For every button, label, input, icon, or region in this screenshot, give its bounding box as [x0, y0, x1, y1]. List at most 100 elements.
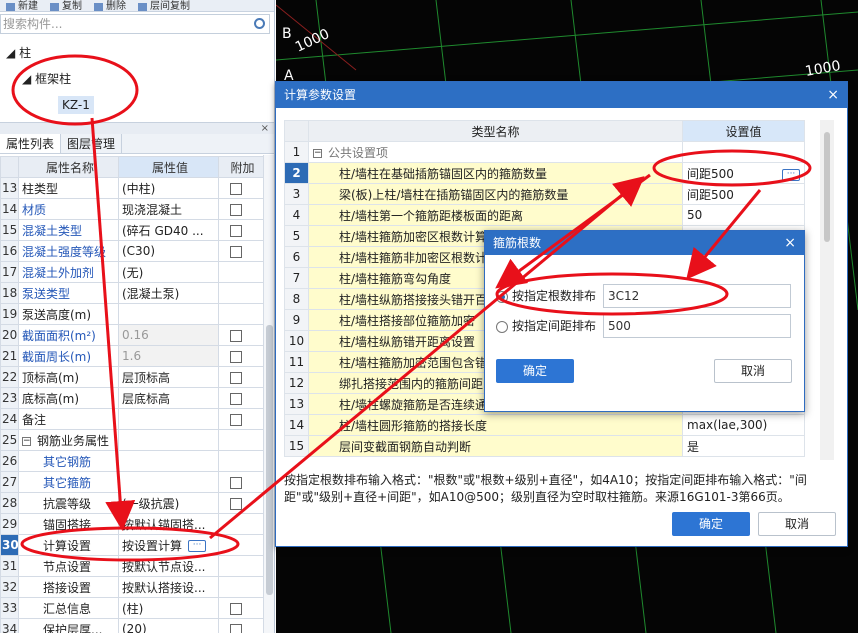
property-row[interactable]: 29 锚固搭接 按默认锚固搭... — [0, 513, 264, 535]
new-button[interactable]: 新建 — [6, 0, 38, 11]
settings-row[interactable]: 14 柱/墙柱圆形箍筋的搭接长度 max(lae,300) — [284, 414, 805, 436]
property-value[interactable]: 层顶标高 — [118, 366, 219, 388]
property-value[interactable]: (一级抗震) — [118, 492, 219, 514]
dialog-titlebar[interactable]: 计算参数设置 × — [276, 82, 847, 108]
property-row[interactable]: 15 混凝土类型 (碎石 GD40 ... — [0, 219, 264, 241]
property-value[interactable] — [118, 450, 219, 472]
settings-row[interactable]: 15 层间变截面钢筋自动判断 是 — [284, 435, 805, 457]
property-row[interactable]: 30 计算设置 按设置计算 ··· — [0, 534, 264, 556]
property-value[interactable]: 按默认搭接设... — [118, 576, 219, 598]
collapse-triangle-icon[interactable]: ◢ — [6, 46, 15, 60]
attach-checkbox[interactable] — [230, 224, 242, 237]
property-row[interactable]: 23 底标高(m) 层底标高 — [0, 387, 264, 409]
setting-value[interactable]: 间距500 — [682, 183, 805, 205]
property-row[interactable]: 17 混凝土外加剂 (无) — [0, 261, 264, 283]
setting-value[interactable]: 间距500 ··· — [682, 162, 805, 184]
attach-checkbox[interactable] — [230, 476, 242, 489]
close-icon[interactable]: × — [827, 82, 839, 108]
spacing-input[interactable] — [603, 314, 791, 338]
property-row[interactable]: 33 汇总信息 (柱) — [0, 597, 264, 619]
property-scrollbar[interactable] — [263, 155, 274, 633]
subdialog-titlebar[interactable]: 箍筋根数 × — [485, 231, 804, 255]
property-value[interactable]: 按默认节点设... — [118, 555, 219, 577]
property-value[interactable] — [118, 408, 219, 430]
settings-row[interactable]: 3 梁(板)上柱/墙柱在插筋锚固区内的箍筋数量 间距500 — [284, 183, 805, 205]
property-row[interactable]: 24 备注 — [0, 408, 264, 430]
attach-checkbox[interactable] — [230, 350, 242, 363]
cancel-button[interactable]: 取消 — [758, 512, 836, 536]
property-value[interactable]: (中柱) — [118, 177, 219, 199]
attach-checkbox[interactable] — [230, 245, 242, 258]
property-value[interactable]: (C30) — [118, 240, 219, 262]
radio-icon[interactable] — [496, 320, 508, 333]
settings-row[interactable]: 4 柱/墙柱第一个箍筋距楼板面的距离 50 — [284, 204, 805, 226]
property-row[interactable]: 25− 钢筋业务属性 — [0, 429, 264, 451]
property-value[interactable]: 1.6 — [118, 345, 219, 367]
tree-root-column[interactable]: ◢ 柱 — [0, 40, 270, 66]
property-value[interactable]: (混凝土泵) — [118, 282, 219, 304]
property-row[interactable]: 28 抗震等级 (一级抗震) — [0, 492, 264, 514]
ok-button[interactable]: 确定 — [672, 512, 750, 536]
ellipsis-button[interactable]: ··· — [188, 540, 207, 552]
settings-row[interactable]: 1− 公共设置项 — [284, 141, 805, 163]
property-row[interactable]: 20 截面面积(m²) 0.16 — [0, 324, 264, 346]
count-input[interactable] — [603, 284, 791, 308]
property-row[interactable]: 26 其它钢筋 — [0, 450, 264, 472]
option-by-count[interactable]: 按指定根数排布 — [496, 284, 596, 308]
close-icon[interactable]: × — [784, 231, 796, 255]
property-row[interactable]: 32 搭接设置 按默认搭接设... — [0, 576, 264, 598]
property-value[interactable]: (碎石 GD40 ... — [118, 219, 219, 241]
property-row[interactable]: 22 顶标高(m) 层顶标高 — [0, 366, 264, 388]
attach-checkbox[interactable] — [230, 203, 242, 216]
option-by-spacing[interactable]: 按指定间距排布 — [496, 314, 596, 338]
attach-checkbox[interactable] — [230, 182, 242, 195]
collapse-icon[interactable]: − — [22, 436, 31, 446]
subdialog-cancel-button[interactable]: 取消 — [714, 359, 792, 383]
property-value[interactable]: (柱) — [118, 597, 219, 619]
tab-layers[interactable]: 图层管理 — [61, 134, 123, 153]
property-row[interactable]: 18 泵送类型 (混凝土泵) — [0, 282, 264, 304]
copy-button[interactable]: 复制 — [50, 0, 82, 11]
property-row[interactable]: 27 其它箍筋 — [0, 471, 264, 493]
attach-checkbox[interactable] — [230, 329, 242, 342]
property-value[interactable]: 按默认锚固搭... — [118, 513, 219, 535]
settings-scrollbar[interactable] — [820, 120, 834, 460]
radio-selected-icon[interactable] — [496, 290, 508, 303]
property-value[interactable]: 0.16 — [118, 324, 219, 346]
property-row[interactable]: 21 截面周长(m) 1.6 — [0, 345, 264, 367]
collapse-triangle-icon[interactable]: ◢ — [22, 72, 31, 86]
property-row[interactable]: 14 材质 现浇混凝土 — [0, 198, 264, 220]
property-value[interactable] — [118, 471, 219, 493]
setting-value[interactable] — [682, 141, 805, 163]
search-input[interactable]: 搜索构件... — [0, 14, 270, 34]
scroll-thumb[interactable] — [824, 132, 830, 242]
attach-checkbox[interactable] — [230, 602, 242, 615]
attach-checkbox[interactable] — [230, 371, 242, 384]
collapse-icon[interactable]: − — [313, 148, 322, 158]
setting-value[interactable]: 50 — [682, 204, 805, 226]
search-icon[interactable] — [254, 18, 265, 29]
tree-item-kz1[interactable]: KZ-1 — [0, 92, 270, 118]
property-value[interactable]: 现浇混凝土 — [118, 198, 219, 220]
tab-properties[interactable]: 属性列表 — [0, 134, 62, 153]
setting-value[interactable]: 是 — [682, 435, 805, 457]
scroll-thumb[interactable] — [266, 325, 273, 595]
attach-checkbox[interactable] — [230, 497, 242, 510]
property-row[interactable]: 31 节点设置 按默认节点设... — [0, 555, 264, 577]
settings-row[interactable]: 2 柱/墙柱在基础插筋锚固区内的箍筋数量 间距500 ··· — [284, 162, 805, 184]
attach-checkbox[interactable] — [230, 623, 242, 633]
tree-group-frame-column[interactable]: ◢ 框架柱 — [0, 66, 270, 92]
subdialog-ok-button[interactable]: 确定 — [496, 359, 574, 383]
property-row[interactable]: 13 柱类型 (中柱) — [0, 177, 264, 199]
delete-button[interactable]: 删除 — [94, 0, 126, 11]
attach-checkbox[interactable] — [230, 392, 242, 405]
property-row[interactable]: 34 保护层厚... (20) — [0, 618, 264, 633]
property-value[interactable]: (无) — [118, 261, 219, 283]
floor-copy-button[interactable]: 层间复制 — [138, 0, 190, 11]
attach-checkbox[interactable] — [230, 413, 242, 426]
property-row[interactable]: 16 混凝土强度等级 (C30) — [0, 240, 264, 262]
property-value[interactable] — [118, 303, 219, 325]
property-row[interactable]: 19 泵送高度(m) — [0, 303, 264, 325]
setting-value[interactable]: max(lae,300) — [682, 414, 805, 436]
property-value[interactable]: 按设置计算 ··· — [118, 534, 219, 556]
